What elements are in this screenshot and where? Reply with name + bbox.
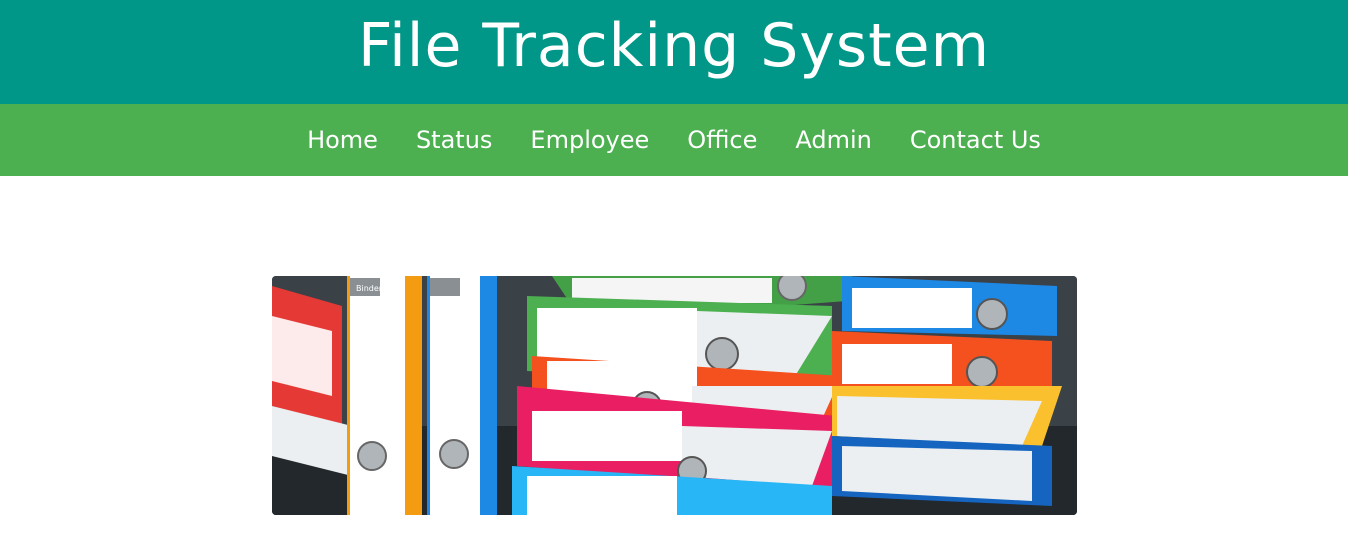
site-title: File Tracking System (357, 11, 991, 81)
binders-illustration: Binder (272, 276, 1077, 515)
nav-home[interactable]: Home (288, 126, 397, 154)
nav-contact-us[interactable]: Contact Us (891, 126, 1060, 154)
main-nav: Home Status Employee Office Admin Contac… (0, 104, 1348, 176)
site-header: File Tracking System (0, 0, 1348, 104)
nav-status[interactable]: Status (397, 126, 511, 154)
nav-employee[interactable]: Employee (511, 126, 668, 154)
nav-admin[interactable]: Admin (776, 126, 891, 154)
nav-office[interactable]: Office (668, 126, 776, 154)
binder-spine-label: Binder (356, 284, 383, 293)
binders-banner-image: Binder (272, 276, 1077, 515)
